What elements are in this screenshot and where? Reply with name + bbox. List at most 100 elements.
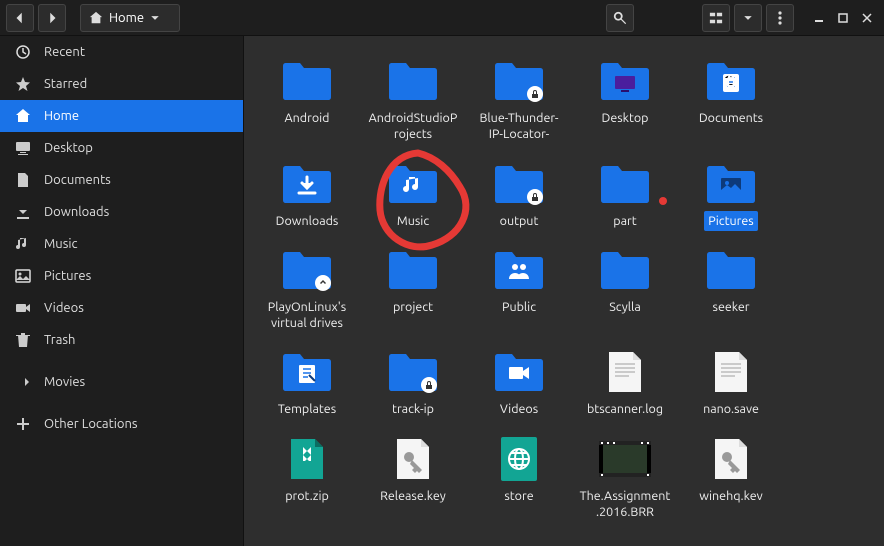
file-item[interactable]: nano.save xyxy=(678,347,784,419)
sidebar-item-trash[interactable]: Trash xyxy=(0,324,243,356)
file-item[interactable]: Release.key xyxy=(360,434,466,523)
file-label: btscanner.log xyxy=(583,399,667,419)
file-item[interactable]: prot.zip xyxy=(254,434,360,523)
file-item[interactable]: PlayOnLinux's virtual drives xyxy=(254,245,360,334)
home-icon xyxy=(89,11,103,25)
file-label: Release.key xyxy=(376,486,450,506)
file-item[interactable]: Templates xyxy=(254,347,360,419)
file-item[interactable]: seeker xyxy=(678,245,784,334)
file-label: prot.zip xyxy=(281,486,333,506)
sidebar-item-downloads[interactable]: Downloads xyxy=(0,196,243,228)
clock-icon xyxy=(14,44,32,60)
close-button[interactable] xyxy=(856,7,878,29)
file-item[interactable]: part xyxy=(572,159,678,231)
file-item[interactable]: btscanner.log xyxy=(572,347,678,419)
file-item[interactable]: track-ip xyxy=(360,347,466,419)
document-icon xyxy=(14,172,32,188)
sidebar-item-music[interactable]: Music xyxy=(0,228,243,260)
toolbar: Home xyxy=(0,0,884,36)
file-item[interactable]: Scylla xyxy=(572,245,678,334)
sidebar-item-home[interactable]: Home xyxy=(0,100,243,132)
file-icon xyxy=(275,245,339,295)
file-item[interactable]: Pictures xyxy=(678,159,784,231)
forward-button[interactable] xyxy=(38,4,66,32)
file-icon xyxy=(487,245,551,295)
video-icon xyxy=(14,300,32,316)
file-label: Scylla xyxy=(605,297,645,317)
file-label: Public xyxy=(498,297,540,317)
minimize-button[interactable] xyxy=(808,7,830,29)
file-label: Blue-Thunder-IP-Locator- xyxy=(469,108,569,145)
file-item[interactable]: Public xyxy=(466,245,572,334)
sidebar-item-label: Movies xyxy=(44,375,85,389)
file-item[interactable]: project xyxy=(360,245,466,334)
file-icon xyxy=(699,347,763,397)
breadcrumb-label: Home xyxy=(109,11,144,25)
sidebar-item-label: Other Locations xyxy=(44,417,138,431)
file-item[interactable]: AndroidStudioProjects xyxy=(360,56,466,145)
file-item[interactable]: output xyxy=(466,159,572,231)
sidebar-item-documents[interactable]: Documents xyxy=(0,164,243,196)
menu-button[interactable] xyxy=(766,4,794,32)
maximize-button[interactable] xyxy=(832,7,854,29)
sidebar-item-starred[interactable]: Starred xyxy=(0,68,243,100)
sidebar-item-label: Trash xyxy=(44,333,75,347)
sidebar-item-label: Home xyxy=(44,109,79,123)
file-item[interactable]: Downloads xyxy=(254,159,360,231)
eject-icon xyxy=(14,374,32,390)
file-item[interactable]: Videos xyxy=(466,347,572,419)
link-icon xyxy=(315,275,331,291)
file-icon xyxy=(593,347,657,397)
file-icon xyxy=(699,56,763,106)
file-icon xyxy=(699,245,763,295)
file-icon xyxy=(487,159,551,209)
sidebar-item-label: Videos xyxy=(44,301,84,315)
sidebar-item-videos[interactable]: Videos xyxy=(0,292,243,324)
file-item[interactable]: The.Assignment.2016.BRR xyxy=(572,434,678,523)
search-button[interactable] xyxy=(606,4,634,32)
breadcrumb[interactable]: Home xyxy=(80,4,180,32)
chevron-down-icon xyxy=(150,13,160,23)
file-item[interactable]: Desktop xyxy=(572,56,678,145)
star-icon xyxy=(14,76,32,92)
file-item[interactable]: store xyxy=(466,434,572,523)
file-icon xyxy=(381,434,445,484)
file-icon xyxy=(699,159,763,209)
file-item[interactable]: Documents xyxy=(678,56,784,145)
file-label: The.Assignment.2016.BRR xyxy=(575,486,675,523)
music-icon xyxy=(14,236,32,252)
file-icon xyxy=(275,159,339,209)
view-mode-button[interactable] xyxy=(702,4,730,32)
sidebar-item-other-locations[interactable]: Other Locations xyxy=(0,408,243,440)
file-item[interactable]: Blue-Thunder-IP-Locator- xyxy=(466,56,572,145)
sidebar-item-recent[interactable]: Recent xyxy=(0,36,243,68)
file-label: part xyxy=(609,211,640,231)
sidebar-item-movies[interactable]: Movies xyxy=(0,366,243,398)
sidebar-item-label: Music xyxy=(44,237,78,251)
file-icon xyxy=(381,159,445,209)
back-button[interactable] xyxy=(6,4,34,32)
sidebar-item-desktop[interactable]: Desktop xyxy=(0,132,243,164)
file-icon xyxy=(487,56,551,106)
sidebar-item-label: Recent xyxy=(44,45,85,59)
file-label: Android xyxy=(281,108,334,128)
lock-icon xyxy=(527,189,543,205)
file-label: PlayOnLinux's virtual drives xyxy=(257,297,357,334)
trash-icon xyxy=(14,332,32,348)
home-icon xyxy=(14,108,32,124)
file-label: Downloads xyxy=(272,211,343,231)
sidebar: Recent Starred Home DesktopDocumentsDownloa… xyxy=(0,36,244,546)
file-item[interactable]: Android xyxy=(254,56,360,145)
view-options-button[interactable] xyxy=(734,4,762,32)
file-label: track-ip xyxy=(388,399,438,419)
file-label: Pictures xyxy=(704,211,757,231)
file-label: nano.save xyxy=(699,399,763,419)
file-item[interactable]: winehq.kev xyxy=(678,434,784,523)
file-icon xyxy=(275,434,339,484)
file-label: Templates xyxy=(274,399,340,419)
file-item[interactable]: Music xyxy=(360,159,466,231)
file-icon xyxy=(593,159,657,209)
plus-icon xyxy=(14,416,32,432)
sidebar-item-pictures[interactable]: Pictures xyxy=(0,260,243,292)
file-icon xyxy=(381,347,445,397)
